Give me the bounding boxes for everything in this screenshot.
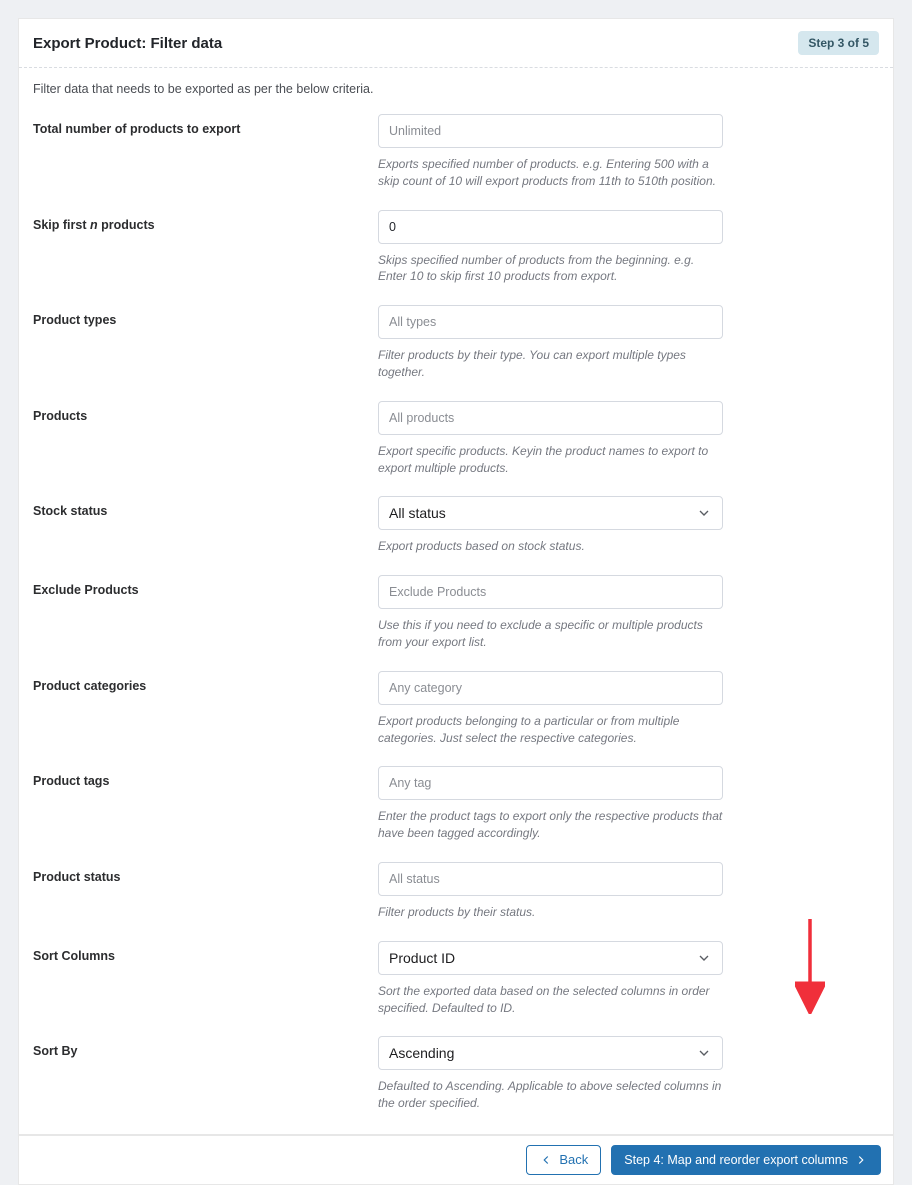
label-products: Products: [33, 401, 378, 423]
select-stock[interactable]: All status: [378, 496, 723, 530]
select-sort-columns-text: Product ID: [389, 950, 455, 966]
back-button-label: Back: [559, 1152, 588, 1167]
back-button[interactable]: Back: [526, 1145, 601, 1175]
row-status: Product status Filter products by their …: [33, 862, 879, 921]
next-step-button[interactable]: Step 4: Map and reorder export columns: [611, 1145, 881, 1175]
label-skip-pre: Skip first: [33, 218, 90, 232]
next-step-button-label: Step 4: Map and reorder export columns: [624, 1153, 848, 1167]
label-stock: Stock status: [33, 496, 378, 518]
chevron-down-icon: [696, 1045, 712, 1061]
row-products: Products Export specific products. Keyin…: [33, 401, 879, 477]
export-card: Export Product: Filter data Step 3 of 5 …: [18, 18, 894, 1135]
label-total: Total number of products to export: [33, 114, 378, 136]
row-stock: Stock status All status Export products …: [33, 496, 879, 555]
intro-text: Filter data that needs to be exported as…: [33, 82, 879, 96]
chevron-right-icon: [854, 1153, 868, 1167]
label-sort-columns: Sort Columns: [33, 941, 378, 963]
row-total: Total number of products to export Expor…: [33, 114, 879, 190]
step-badge: Step 3 of 5: [798, 31, 879, 55]
help-skip: Skips specified number of products from …: [378, 252, 723, 286]
input-skip[interactable]: [378, 210, 723, 244]
select-sort-columns[interactable]: Product ID: [378, 941, 723, 975]
chevron-down-icon: [696, 505, 712, 521]
chevron-down-icon: [696, 950, 712, 966]
label-categories: Product categories: [33, 671, 378, 693]
input-total[interactable]: [378, 114, 723, 148]
select-stock-text: All status: [389, 505, 446, 521]
page-title: Export Product: Filter data: [33, 35, 222, 52]
help-categories: Export products belonging to a particula…: [378, 713, 723, 747]
input-products[interactable]: [378, 401, 723, 435]
footer-bar: Back Step 4: Map and reorder export colu…: [18, 1135, 894, 1185]
row-exclude: Exclude Products Use this if you need to…: [33, 575, 879, 651]
help-sort-by: Defaulted to Ascending. Applicable to ab…: [378, 1078, 723, 1112]
row-categories: Product categories Export products belon…: [33, 671, 879, 747]
row-sort-by: Sort By Ascending Defaulted to Ascending…: [33, 1036, 879, 1112]
help-products: Export specific products. Keyin the prod…: [378, 443, 723, 477]
card-header: Export Product: Filter data Step 3 of 5: [19, 19, 893, 68]
label-exclude: Exclude Products: [33, 575, 378, 597]
help-types: Filter products by their type. You can e…: [378, 347, 723, 381]
label-types: Product types: [33, 305, 378, 327]
help-tags: Enter the product tags to export only th…: [378, 808, 723, 842]
help-stock: Export products based on stock status.: [378, 538, 723, 555]
label-skip-em: n: [90, 218, 98, 232]
input-categories[interactable]: [378, 671, 723, 705]
help-status: Filter products by their status.: [378, 904, 723, 921]
help-exclude: Use this if you need to exclude a specif…: [378, 617, 723, 651]
input-exclude[interactable]: [378, 575, 723, 609]
input-tags[interactable]: [378, 766, 723, 800]
row-types: Product types Filter products by their t…: [33, 305, 879, 381]
label-tags: Product tags: [33, 766, 378, 788]
label-sort-by: Sort By: [33, 1036, 378, 1058]
help-total: Exports specified number of products. e.…: [378, 156, 723, 190]
select-sort-by-text: Ascending: [389, 1045, 454, 1061]
row-skip: Skip first n products Skips specified nu…: [33, 210, 879, 286]
label-status: Product status: [33, 862, 378, 884]
row-tags: Product tags Enter the product tags to e…: [33, 766, 879, 842]
card-body: Filter data that needs to be exported as…: [19, 68, 893, 1134]
input-types[interactable]: [378, 305, 723, 339]
help-sort-columns: Sort the exported data based on the sele…: [378, 983, 723, 1017]
row-sort-columns: Sort Columns Product ID Sort the exporte…: [33, 941, 879, 1017]
select-sort-by[interactable]: Ascending: [378, 1036, 723, 1070]
input-status[interactable]: [378, 862, 723, 896]
label-skip: Skip first n products: [33, 210, 378, 232]
label-skip-post: products: [98, 218, 155, 232]
chevron-left-icon: [539, 1153, 553, 1167]
